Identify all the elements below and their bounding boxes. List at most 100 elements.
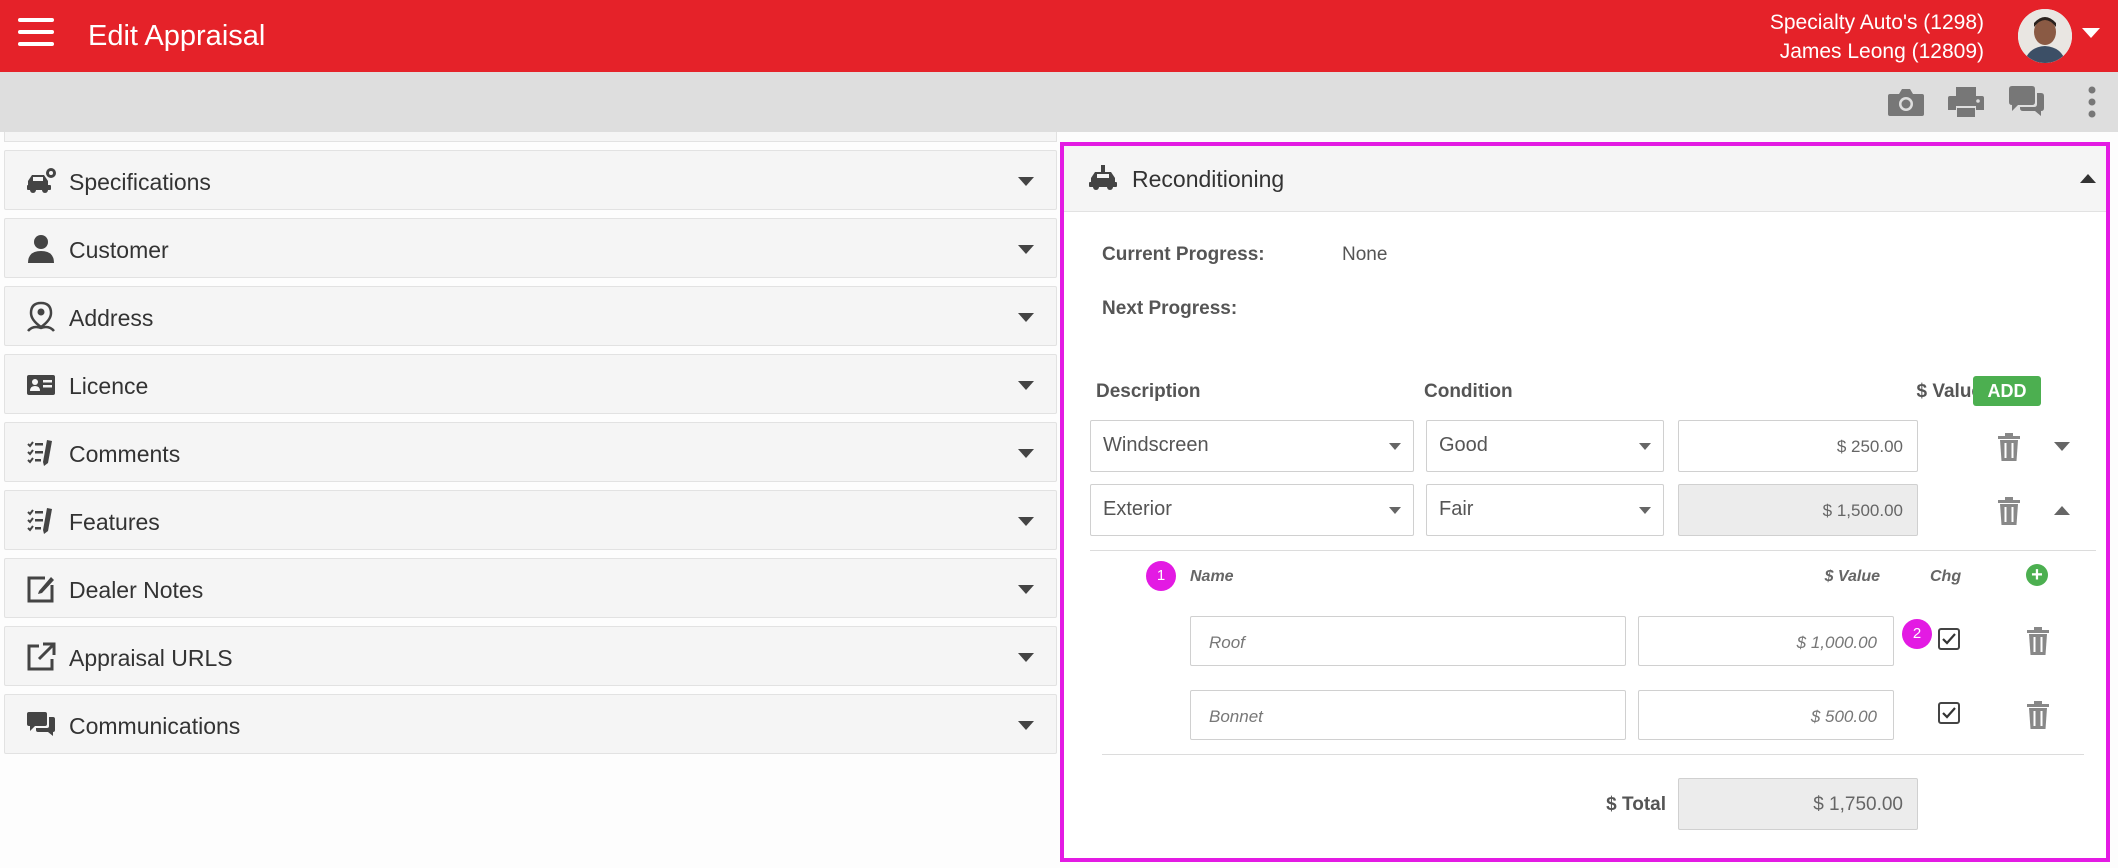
trash-icon[interactable] [1996, 432, 2022, 462]
section-label: Dealer Notes [69, 577, 204, 603]
trash-icon[interactable] [2025, 626, 2051, 656]
add-item-button[interactable]: ADD [1973, 376, 2041, 406]
section-features[interactable]: Features [4, 490, 1057, 550]
sub-items-divider [1102, 754, 2084, 755]
checklist-pen-icon [25, 437, 57, 469]
toolbar [0, 72, 2118, 132]
value-amount: $ 1,500.00 [1822, 501, 1903, 520]
account-dropdown-icon[interactable] [2082, 28, 2100, 38]
value-input[interactable]: $ 250.00 [1678, 420, 1918, 472]
section-comments[interactable]: Comments [4, 422, 1057, 482]
expand-row-icon[interactable] [2054, 442, 2070, 451]
add-sub-item-icon[interactable]: + [2026, 564, 2048, 586]
id-card-icon [25, 369, 57, 401]
page-title: Edit Appraisal [88, 20, 266, 52]
section-customer[interactable]: Customer [4, 218, 1057, 278]
sub-item-name: Roof [1209, 633, 1245, 652]
menu-icon[interactable] [18, 18, 54, 48]
sub-item-value-input[interactable]: $ 1,000.00 [1638, 616, 1894, 666]
section-licence[interactable]: Licence [4, 354, 1057, 414]
section-label: Customer [69, 237, 169, 263]
description-value: Windscreen [1103, 434, 1209, 456]
chevron-down-icon[interactable] [1018, 653, 1034, 662]
condition-value: Fair [1439, 498, 1474, 520]
trash-icon[interactable] [2025, 700, 2051, 730]
condition-column-header: Condition [1424, 381, 1513, 402]
app-header: Edit Appraisal Specialty Auto's (1298) J… [0, 0, 2118, 72]
total-value-field: $ 1,750.00 [1678, 778, 1918, 830]
sub-item-name-input[interactable]: Roof [1190, 616, 1626, 666]
section-dealer-notes[interactable]: Dealer Notes [4, 558, 1057, 618]
chat-icon [25, 709, 57, 741]
car-wrench-icon [1088, 164, 1118, 192]
chevron-down-icon[interactable] [1018, 245, 1034, 254]
next-progress-label: Next Progress: [1102, 298, 1238, 319]
collapse-row-icon[interactable] [2054, 506, 2070, 515]
external-link-icon [25, 641, 57, 673]
caret-down-icon [1639, 443, 1651, 450]
chevron-down-icon[interactable] [1018, 517, 1034, 526]
chevron-down-icon[interactable] [1018, 721, 1034, 730]
sub-name-header: Name [1190, 568, 1234, 585]
section-appraisal-urls[interactable]: Appraisal URLS [4, 626, 1057, 686]
chevron-down-icon[interactable] [1018, 381, 1034, 390]
edit-note-icon [25, 573, 57, 605]
chg-checkbox[interactable] [1938, 628, 1960, 650]
value-column-header: $ Value [1916, 381, 1983, 402]
row-divider [1090, 550, 2096, 551]
caret-down-icon [1639, 507, 1651, 514]
print-icon[interactable] [1946, 84, 1986, 120]
condition-value: Good [1439, 434, 1488, 456]
section-label: Features [69, 509, 160, 535]
chevron-down-icon[interactable] [1018, 177, 1034, 186]
trash-icon[interactable] [1996, 496, 2022, 526]
account-info: Specialty Auto's (1298) James Leong (128… [1770, 8, 1984, 66]
section-label: Address [69, 305, 154, 331]
value-input-readonly: $ 1,500.00 [1678, 484, 1918, 536]
reconditioning-header[interactable]: Reconditioning [1064, 146, 2106, 212]
description-column-header: Description [1096, 381, 1201, 402]
sub-item-value: $ 500.00 [1810, 707, 1877, 726]
section-address[interactable]: Address [4, 286, 1057, 346]
current-progress-value: None [1342, 244, 1388, 265]
section-communications[interactable]: Communications [4, 694, 1057, 754]
condition-select[interactable]: Good [1426, 420, 1664, 472]
annotation-marker: 1 [1146, 561, 1176, 591]
description-select[interactable]: Windscreen [1090, 420, 1414, 472]
sub-item-name: Bonnet [1209, 707, 1263, 726]
description-select[interactable]: Exterior [1090, 484, 1414, 536]
current-progress-label: Current Progress: [1102, 244, 1265, 265]
avatar[interactable] [2018, 9, 2072, 63]
car-gear-icon [25, 165, 57, 197]
section-label: Appraisal URLS [69, 645, 233, 671]
reconditioning-title: Reconditioning [1132, 166, 1285, 192]
more-vertical-icon[interactable] [2072, 84, 2112, 120]
checklist-pen-icon [25, 505, 57, 537]
sub-chg-header: Chg [1930, 568, 1962, 585]
section-label: Comments [69, 441, 181, 467]
dealer-name: Specialty Auto's (1298) [1769, 11, 1984, 34]
total-label: $ Total [1606, 794, 1666, 815]
person-icon [25, 233, 57, 265]
caret-down-icon [1389, 507, 1401, 514]
sub-item-value-input[interactable]: $ 500.00 [1638, 690, 1894, 740]
sub-item-name-input[interactable]: Bonnet [1190, 690, 1626, 740]
section-label: Specifications [69, 169, 211, 195]
chat-icon[interactable] [2006, 84, 2046, 120]
appraisal-sections: Specifications Customer Address Licence … [0, 132, 1060, 868]
camera-icon[interactable] [1886, 84, 1926, 120]
chevron-up-icon[interactable] [2080, 174, 2096, 183]
caret-down-icon [1389, 443, 1401, 450]
sub-item-value: $ 1,000.00 [1796, 633, 1877, 652]
value-amount: $ 250.00 [1836, 437, 1903, 456]
chevron-down-icon[interactable] [1018, 585, 1034, 594]
chg-checkbox[interactable] [1938, 702, 1960, 724]
section-specifications[interactable]: Specifications [4, 150, 1057, 210]
chevron-down-icon[interactable] [1018, 449, 1034, 458]
location-person-icon [25, 301, 57, 333]
sub-value-header: $ Value [1824, 568, 1880, 585]
collapsed-section-edge [4, 132, 1057, 142]
condition-select[interactable]: Fair [1426, 484, 1664, 536]
section-label: Licence [69, 373, 149, 399]
chevron-down-icon[interactable] [1018, 313, 1034, 322]
